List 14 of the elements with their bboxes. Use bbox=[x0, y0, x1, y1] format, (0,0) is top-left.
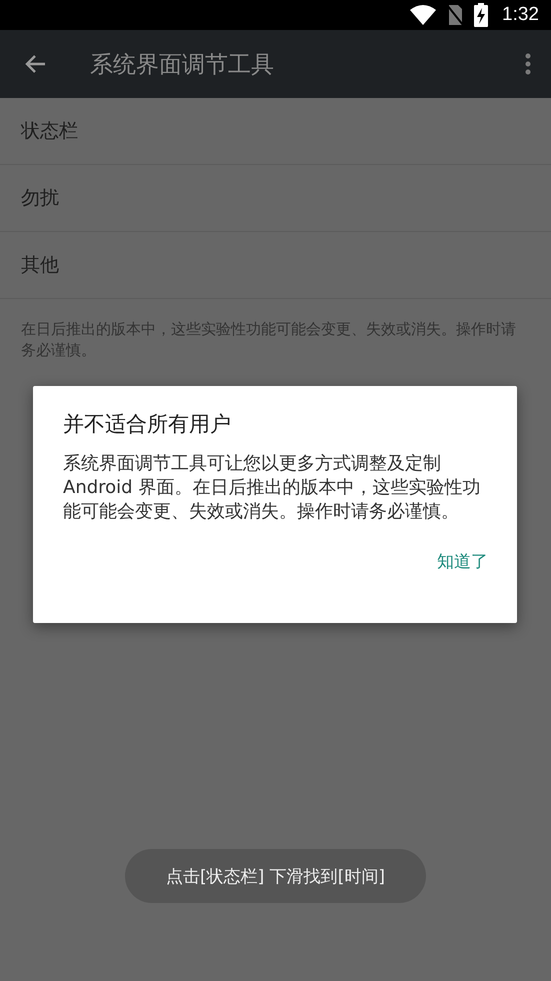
settings-item[interactable]: 勿扰 bbox=[0, 165, 551, 232]
dialog-button[interactable]: 知道了 bbox=[435, 546, 490, 577]
back-arrow-icon[interactable] bbox=[24, 54, 46, 74]
clock-time: 1:32 bbox=[502, 4, 539, 26]
settings-item[interactable]: 其他 bbox=[0, 232, 551, 299]
no-sim-icon bbox=[446, 4, 464, 26]
toolbar-title: 系统界面调节工具 bbox=[90, 50, 275, 80]
more-options-icon[interactable] bbox=[525, 53, 531, 75]
settings-item[interactable]: 状态栏 bbox=[0, 98, 551, 165]
dialog-title: 并不适合所有用户 bbox=[63, 411, 232, 438]
wifi-icon bbox=[410, 5, 436, 25]
battery-charging-icon bbox=[474, 3, 488, 27]
toast-message: 点击[状态栏] 下滑找到[时间] bbox=[125, 849, 426, 903]
dialog-message: 系统界面调节工具可让您以更多方式调整及定制Android 界面。在日后推出的版本中，这些实验性功能可能会变更、失效或消失。操作时请务必谨慎。 bbox=[63, 452, 482, 524]
